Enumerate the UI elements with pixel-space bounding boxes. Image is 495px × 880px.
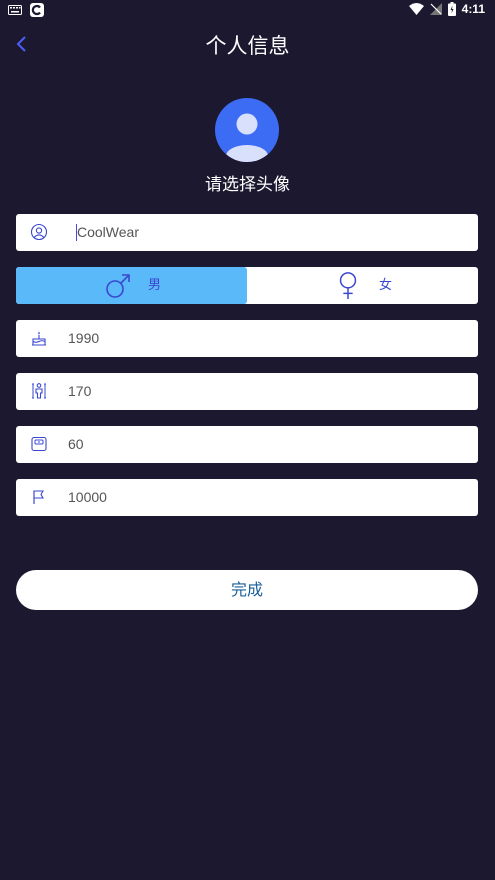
- name-field[interactable]: CoolWear: [16, 214, 478, 251]
- no-signal-icon: [429, 3, 442, 15]
- height-icon: [32, 383, 46, 399]
- step-goal-field[interactable]: 10000: [16, 479, 478, 516]
- header: 个人信息: [0, 22, 495, 68]
- clock: 4:11: [461, 2, 485, 16]
- user-icon: [226, 113, 268, 162]
- height-field[interactable]: 170: [16, 373, 478, 410]
- weight-field[interactable]: 60: [16, 426, 478, 463]
- app-logo-icon: [30, 3, 44, 17]
- scale-icon: [31, 436, 47, 452]
- birth-year-field[interactable]: 1990: [16, 320, 478, 357]
- battery-icon: [447, 2, 456, 16]
- weight-input[interactable]: 60: [68, 426, 84, 463]
- profile-icon: [30, 223, 48, 241]
- gender-female-option[interactable]: 女: [247, 267, 478, 304]
- gender-female-label: 女: [379, 278, 393, 293]
- flag-icon: [33, 490, 44, 504]
- avatar-label[interactable]: 请选择头像: [0, 170, 495, 195]
- step-goal-input[interactable]: 10000: [68, 479, 107, 516]
- gender-male-label: 男: [148, 278, 162, 293]
- height-input[interactable]: 170: [68, 373, 91, 410]
- gender-male-option[interactable]: 男: [16, 267, 247, 304]
- avatar[interactable]: [215, 98, 279, 162]
- birthday-cake-icon: [32, 331, 46, 346]
- birth-year-input[interactable]: 1990: [68, 320, 99, 357]
- status-bar: 4:11: [0, 0, 495, 22]
- keyboard-icon: [8, 5, 22, 15]
- gender-selector[interactable]: 男 女: [16, 267, 478, 304]
- done-button[interactable]: 完成: [16, 570, 478, 610]
- wifi-icon: [408, 3, 424, 15]
- female-icon: [339, 272, 357, 299]
- name-input[interactable]: CoolWear: [77, 214, 139, 251]
- male-icon: [106, 274, 130, 298]
- page-title: 个人信息: [205, 34, 290, 58]
